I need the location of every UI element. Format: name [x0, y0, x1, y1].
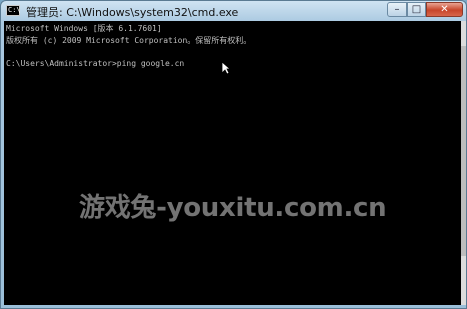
vertical-scrollbar[interactable]	[461, 21, 466, 305]
console-line-command[interactable]: C:\Users\Administrator>ping google.cn	[6, 59, 184, 68]
maximize-button[interactable]: □	[407, 2, 426, 17]
console-line-version: Microsoft Windows [版本 6.1.7601]	[6, 24, 162, 33]
title-bar[interactable]: C:\ 管理员: C:\Windows\system32\cmd.exe – □…	[1, 1, 466, 21]
watermark-text: 游戏兔-youxitu.com.cn	[79, 193, 387, 223]
window-title: 管理员: C:\Windows\system32\cmd.exe	[26, 6, 239, 19]
cmd-icon[interactable]: C:\	[6, 5, 21, 16]
minimize-button[interactable]: –	[387, 2, 407, 17]
scrollbar-thumb[interactable]	[461, 46, 466, 256]
mouse-pointer-icon	[221, 61, 231, 75]
cmd-window: C:\ 管理员: C:\Windows\system32\cmd.exe – □…	[0, 0, 467, 309]
console-line-copyright: 版权所有 (c) 2009 Microsoft Corporation。保留所有…	[6, 36, 252, 45]
close-button[interactable]: ✕	[426, 2, 463, 17]
console-output[interactable]: Microsoft Windows [版本 6.1.7601] 版权所有 (c)…	[4, 21, 461, 305]
